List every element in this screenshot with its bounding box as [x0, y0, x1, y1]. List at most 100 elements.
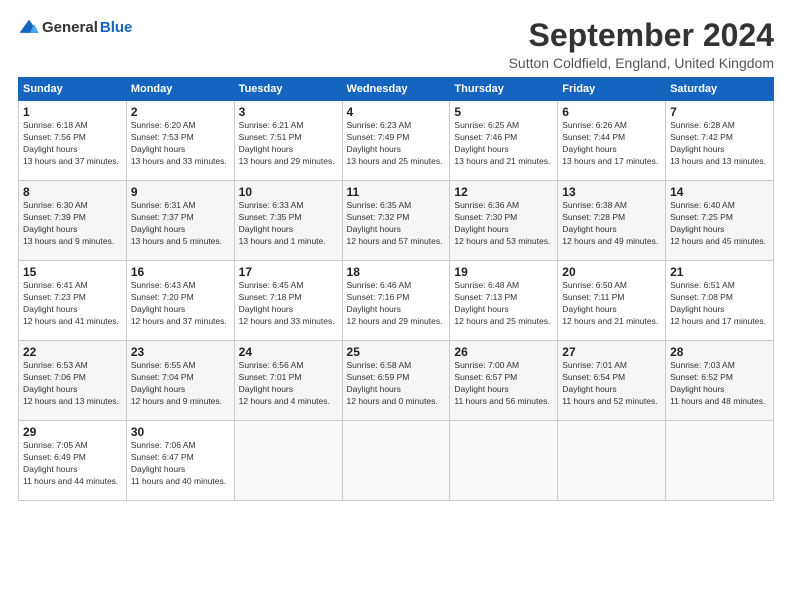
day-number: 22: [23, 345, 122, 359]
calendar-cell: 7Sunrise: 6:28 AMSunset: 7:42 PMDaylight…: [666, 101, 774, 181]
calendar-cell: 14Sunrise: 6:40 AMSunset: 7:25 PMDayligh…: [666, 181, 774, 261]
day-number: 5: [454, 105, 553, 119]
day-number: 10: [239, 185, 338, 199]
day-number: 8: [23, 185, 122, 199]
calendar-cell: 3Sunrise: 6:21 AMSunset: 7:51 PMDaylight…: [234, 101, 342, 181]
day-number: 29: [23, 425, 122, 439]
calendar-week-2: 8Sunrise: 6:30 AMSunset: 7:39 PMDaylight…: [19, 181, 774, 261]
day-number: 27: [562, 345, 661, 359]
day-info: Sunrise: 7:06 AMSunset: 6:47 PMDaylight …: [131, 440, 230, 488]
day-info: Sunrise: 6:20 AMSunset: 7:53 PMDaylight …: [131, 120, 230, 168]
day-number: 28: [670, 345, 769, 359]
calendar-week-5: 29Sunrise: 7:05 AMSunset: 6:49 PMDayligh…: [19, 421, 774, 501]
col-header-friday: Friday: [558, 78, 666, 101]
calendar-cell: 25Sunrise: 6:58 AMSunset: 6:59 PMDayligh…: [342, 341, 450, 421]
col-header-sunday: Sunday: [19, 78, 127, 101]
calendar-cell: 6Sunrise: 6:26 AMSunset: 7:44 PMDaylight…: [558, 101, 666, 181]
logo-icon: [18, 18, 40, 36]
day-number: 19: [454, 265, 553, 279]
calendar-cell: 10Sunrise: 6:33 AMSunset: 7:35 PMDayligh…: [234, 181, 342, 261]
day-info: Sunrise: 6:50 AMSunset: 7:11 PMDaylight …: [562, 280, 661, 328]
day-info: Sunrise: 6:58 AMSunset: 6:59 PMDaylight …: [347, 360, 446, 408]
day-number: 21: [670, 265, 769, 279]
col-header-thursday: Thursday: [450, 78, 558, 101]
calendar-cell: 8Sunrise: 6:30 AMSunset: 7:39 PMDaylight…: [19, 181, 127, 261]
logo-area: General Blue: [18, 18, 132, 36]
day-info: Sunrise: 6:21 AMSunset: 7:51 PMDaylight …: [239, 120, 338, 168]
title-area: September 2024 Sutton Coldfield, England…: [509, 18, 774, 71]
calendar-cell: 20Sunrise: 6:50 AMSunset: 7:11 PMDayligh…: [558, 261, 666, 341]
day-number: 17: [239, 265, 338, 279]
calendar-cell: 27Sunrise: 7:01 AMSunset: 6:54 PMDayligh…: [558, 341, 666, 421]
day-number: 20: [562, 265, 661, 279]
calendar-cell: 18Sunrise: 6:46 AMSunset: 7:16 PMDayligh…: [342, 261, 450, 341]
calendar-cell: 4Sunrise: 6:23 AMSunset: 7:49 PMDaylight…: [342, 101, 450, 181]
calendar-cell: [666, 421, 774, 501]
calendar-cell: [450, 421, 558, 501]
calendar-cell: 29Sunrise: 7:05 AMSunset: 6:49 PMDayligh…: [19, 421, 127, 501]
day-number: 25: [347, 345, 446, 359]
day-info: Sunrise: 6:56 AMSunset: 7:01 PMDaylight …: [239, 360, 338, 408]
day-number: 2: [131, 105, 230, 119]
day-number: 6: [562, 105, 661, 119]
calendar-cell: 22Sunrise: 6:53 AMSunset: 7:06 PMDayligh…: [19, 341, 127, 421]
day-info: Sunrise: 7:05 AMSunset: 6:49 PMDaylight …: [23, 440, 122, 488]
col-header-wednesday: Wednesday: [342, 78, 450, 101]
day-info: Sunrise: 6:43 AMSunset: 7:20 PMDaylight …: [131, 280, 230, 328]
col-header-saturday: Saturday: [666, 78, 774, 101]
day-number: 1: [23, 105, 122, 119]
day-info: Sunrise: 6:35 AMSunset: 7:32 PMDaylight …: [347, 200, 446, 248]
page: General Blue September 2024 Sutton Coldf…: [0, 0, 792, 612]
day-number: 14: [670, 185, 769, 199]
calendar-cell: 12Sunrise: 6:36 AMSunset: 7:30 PMDayligh…: [450, 181, 558, 261]
day-number: 26: [454, 345, 553, 359]
day-info: Sunrise: 6:51 AMSunset: 7:08 PMDaylight …: [670, 280, 769, 328]
day-info: Sunrise: 6:55 AMSunset: 7:04 PMDaylight …: [131, 360, 230, 408]
calendar-cell: 16Sunrise: 6:43 AMSunset: 7:20 PMDayligh…: [126, 261, 234, 341]
day-number: 7: [670, 105, 769, 119]
calendar-cell: 1Sunrise: 6:18 AMSunset: 7:56 PMDaylight…: [19, 101, 127, 181]
calendar-cell: 19Sunrise: 6:48 AMSunset: 7:13 PMDayligh…: [450, 261, 558, 341]
day-info: Sunrise: 6:38 AMSunset: 7:28 PMDaylight …: [562, 200, 661, 248]
logo-text-general: General: [42, 19, 98, 36]
calendar-cell: 13Sunrise: 6:38 AMSunset: 7:28 PMDayligh…: [558, 181, 666, 261]
day-number: 11: [347, 185, 446, 199]
day-number: 24: [239, 345, 338, 359]
col-header-tuesday: Tuesday: [234, 78, 342, 101]
day-number: 4: [347, 105, 446, 119]
day-info: Sunrise: 6:18 AMSunset: 7:56 PMDaylight …: [23, 120, 122, 168]
calendar-body: 1Sunrise: 6:18 AMSunset: 7:56 PMDaylight…: [19, 101, 774, 501]
day-number: 18: [347, 265, 446, 279]
day-info: Sunrise: 6:40 AMSunset: 7:25 PMDaylight …: [670, 200, 769, 248]
calendar-cell: 28Sunrise: 7:03 AMSunset: 6:52 PMDayligh…: [666, 341, 774, 421]
day-info: Sunrise: 6:26 AMSunset: 7:44 PMDaylight …: [562, 120, 661, 168]
day-number: 12: [454, 185, 553, 199]
calendar-cell: 2Sunrise: 6:20 AMSunset: 7:53 PMDaylight…: [126, 101, 234, 181]
calendar-cell: 5Sunrise: 6:25 AMSunset: 7:46 PMDaylight…: [450, 101, 558, 181]
calendar-cell: 9Sunrise: 6:31 AMSunset: 7:37 PMDaylight…: [126, 181, 234, 261]
day-info: Sunrise: 6:30 AMSunset: 7:39 PMDaylight …: [23, 200, 122, 248]
day-number: 23: [131, 345, 230, 359]
day-info: Sunrise: 7:03 AMSunset: 6:52 PMDaylight …: [670, 360, 769, 408]
day-info: Sunrise: 6:41 AMSunset: 7:23 PMDaylight …: [23, 280, 122, 328]
calendar-cell: 21Sunrise: 6:51 AMSunset: 7:08 PMDayligh…: [666, 261, 774, 341]
calendar-week-3: 15Sunrise: 6:41 AMSunset: 7:23 PMDayligh…: [19, 261, 774, 341]
col-header-monday: Monday: [126, 78, 234, 101]
logo-text-blue: Blue: [100, 19, 133, 36]
calendar-cell: 30Sunrise: 7:06 AMSunset: 6:47 PMDayligh…: [126, 421, 234, 501]
header: General Blue September 2024 Sutton Coldf…: [18, 18, 774, 71]
calendar-cell: [342, 421, 450, 501]
calendar-cell: 15Sunrise: 6:41 AMSunset: 7:23 PMDayligh…: [19, 261, 127, 341]
day-number: 9: [131, 185, 230, 199]
day-info: Sunrise: 7:00 AMSunset: 6:57 PMDaylight …: [454, 360, 553, 408]
calendar-cell: [558, 421, 666, 501]
day-number: 13: [562, 185, 661, 199]
day-info: Sunrise: 6:46 AMSunset: 7:16 PMDaylight …: [347, 280, 446, 328]
calendar-cell: 23Sunrise: 6:55 AMSunset: 7:04 PMDayligh…: [126, 341, 234, 421]
logo: General Blue: [18, 18, 132, 36]
day-info: Sunrise: 6:28 AMSunset: 7:42 PMDaylight …: [670, 120, 769, 168]
header-row: SundayMondayTuesdayWednesdayThursdayFrid…: [19, 78, 774, 101]
day-number: 16: [131, 265, 230, 279]
day-number: 3: [239, 105, 338, 119]
calendar: SundayMondayTuesdayWednesdayThursdayFrid…: [18, 77, 774, 501]
